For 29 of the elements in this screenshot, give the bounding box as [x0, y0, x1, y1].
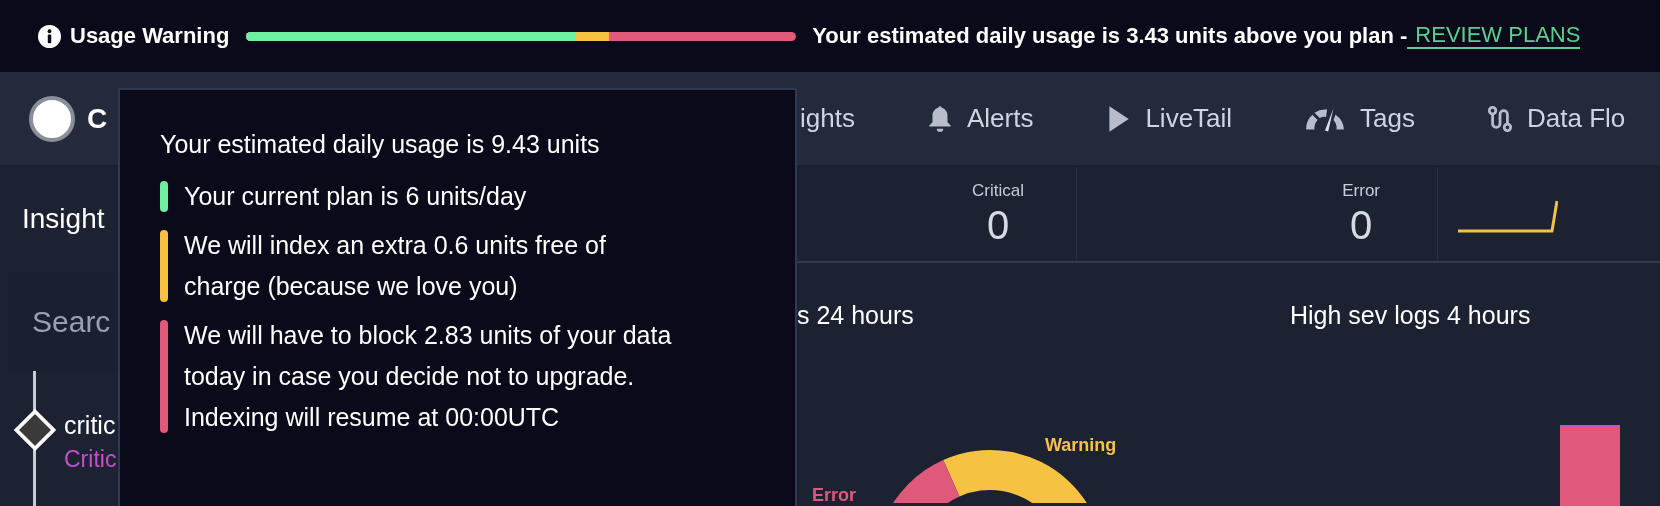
brand-name: C	[87, 102, 108, 135]
chart-title: High sev logs 4 hours	[1290, 301, 1532, 330]
chart-title: s 24 hours	[797, 301, 915, 330]
tooltip-text: We will index an extra 0.6 units free of charge (because we love you)	[184, 230, 607, 302]
stat-value: 0	[1350, 202, 1373, 248]
logo-icon	[29, 95, 75, 142]
stat-label: Error	[1342, 180, 1380, 201]
nav-item[interactable]: LiveTail	[1105, 103, 1233, 134]
tooltip-heading: Your estimated daily usage is 9.43 units	[160, 130, 601, 159]
info-icon	[38, 24, 61, 48]
usage-message: Your estimated daily usage is 3.43 units above you plan -	[812, 23, 1408, 49]
bell-icon	[926, 103, 953, 134]
flow-icon	[1487, 103, 1514, 134]
donut-label: Error	[812, 485, 856, 506]
donut-label: Warning	[1045, 435, 1117, 456]
nav-item[interactable]: Data Flo	[1487, 103, 1626, 134]
nav-item[interactable]: Alerts	[926, 103, 1034, 134]
severity-label: Critic	[64, 446, 117, 473]
timeline-item-name: critic	[64, 411, 117, 440]
diamond-icon	[14, 409, 56, 451]
stat-value: 0	[986, 202, 1010, 248]
stat-label: Critical	[972, 180, 1024, 201]
tooltip-text: We will have to block 2.83 units of your data today in case you decide not to upgrade. Indexing will resume at 00:00UTC	[184, 320, 673, 433]
nav-item[interactable]: Tags	[1304, 103, 1416, 134]
usage-warning-title: Usage Warning	[70, 23, 230, 49]
nav-item[interactable]: ights	[800, 103, 855, 134]
tooltip-text: Your current plan is 6 units/day	[184, 181, 528, 212]
sidebar-title: Insight	[22, 203, 106, 236]
review-plans-link[interactable]: REVIEW PLANS	[1407, 23, 1581, 49]
